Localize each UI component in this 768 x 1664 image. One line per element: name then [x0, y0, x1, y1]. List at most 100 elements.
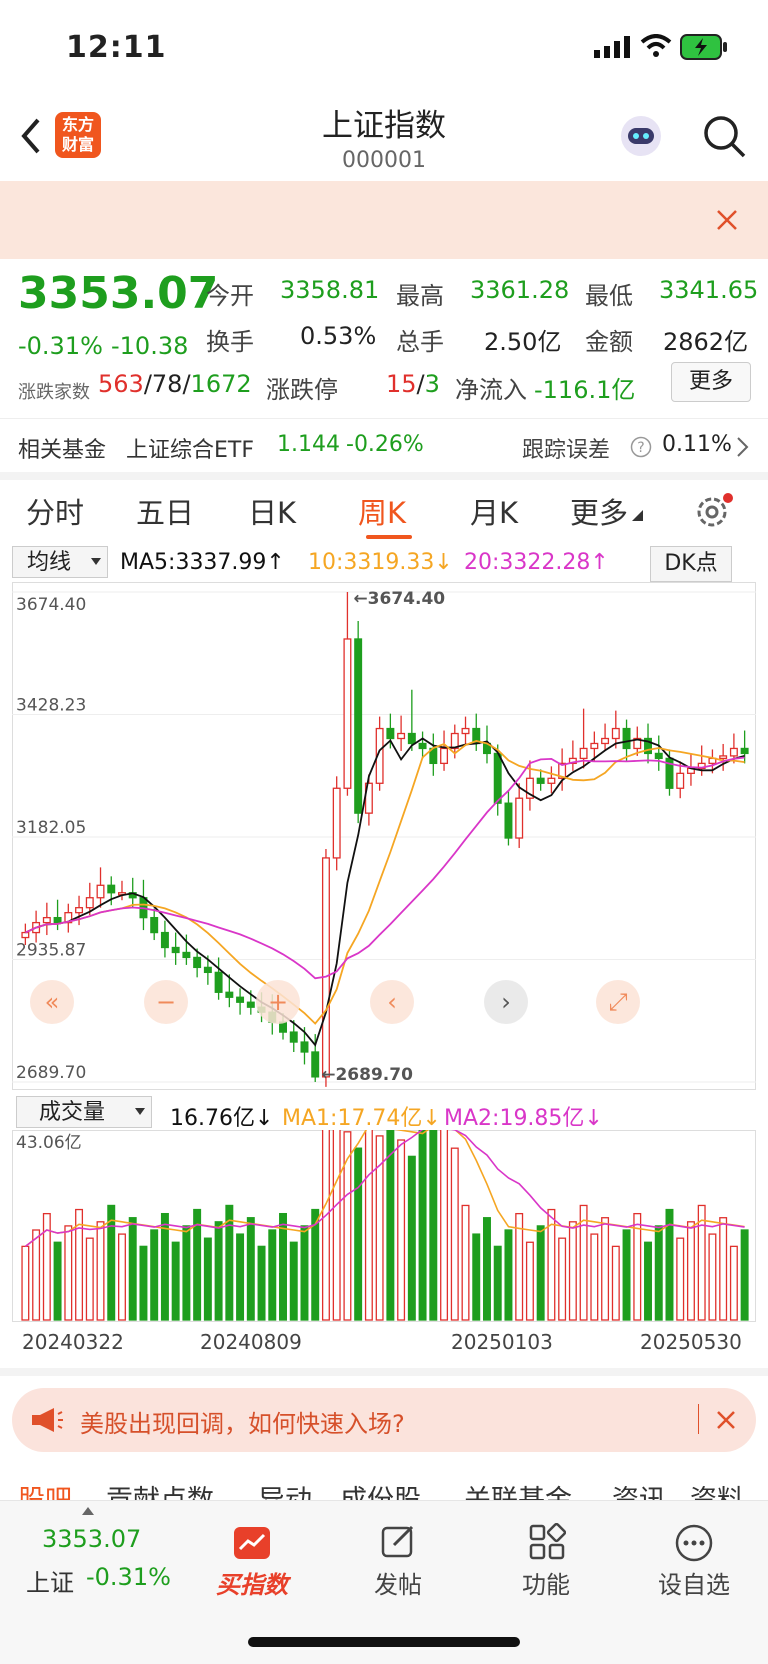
settings-gear-icon[interactable]: [694, 492, 734, 530]
volume-chart[interactable]: 43.06亿: [12, 1130, 756, 1322]
buy-index-icon[interactable]: [232, 1525, 272, 1561]
volume-bar: [160, 1212, 169, 1321]
subtab-news[interactable]: 资讯: [612, 1478, 666, 1500]
candle-body: [601, 737, 610, 745]
candle-body: [107, 884, 116, 894]
tab-monthly-k[interactable]: 月K: [470, 490, 518, 532]
limit-label: 涨跌停: [266, 376, 338, 404]
post-edit-icon[interactable]: [380, 1523, 418, 1561]
search-icon[interactable]: [702, 114, 748, 160]
scroll-right-icon[interactable]: ›: [484, 980, 528, 1024]
candle-body: [96, 884, 105, 899]
close-icon[interactable]: [716, 1410, 736, 1430]
limit-up: 15: [386, 370, 417, 398]
scroll-left-fast-icon[interactable]: «: [30, 980, 74, 1024]
bottom-pct[interactable]: -0.31%: [86, 1563, 171, 1591]
candle-body: [53, 916, 62, 924]
volume-bar: [483, 1217, 491, 1321]
volume-bar: [321, 1130, 330, 1321]
fund-label: 相关基金: [18, 438, 107, 463]
status-time: 12:11: [66, 30, 167, 65]
close-icon[interactable]: [716, 209, 738, 231]
volume-bar: [633, 1212, 642, 1321]
help-icon[interactable]: ?: [630, 436, 652, 458]
high-label: 最高: [396, 282, 444, 310]
volume-bar: [300, 1225, 309, 1321]
volume-bar: [558, 1237, 567, 1321]
bottom-price[interactable]: 3353.07: [42, 1525, 141, 1553]
candle-body: [579, 747, 588, 760]
x-label-3: 20250103: [451, 1330, 553, 1354]
volume-bar: [257, 1245, 266, 1321]
scroll-right-icon-glyph: ›: [501, 988, 511, 1016]
candle-body: [504, 802, 513, 839]
tab-daily-k[interactable]: 日K: [248, 490, 296, 532]
volume-indicator-select[interactable]: 成交量: [16, 1096, 152, 1128]
zoom-out-icon-glyph: −: [156, 988, 176, 1016]
breadth-up: 563: [98, 370, 144, 398]
volume-bar: [139, 1245, 148, 1321]
fund-name[interactable]: 上证综合ETF: [126, 432, 254, 464]
volume-label: 总手: [396, 328, 444, 356]
breadth-down: 1672: [190, 370, 252, 398]
notice-bar[interactable]: 美股出现回调，如何快速入场?: [12, 1388, 756, 1452]
volume-bar: [536, 1225, 545, 1321]
tab-more[interactable]: 更多: [570, 490, 628, 532]
y-tick-label: 3428.23: [16, 695, 86, 715]
subtab-profile[interactable]: 资料: [690, 1478, 744, 1500]
notice-text: 美股出现回调，如何快速入场?: [80, 1410, 405, 1438]
subtab-guba[interactable]: 股吧: [18, 1478, 72, 1500]
open-value: 3358.81: [280, 276, 380, 304]
change-pct: -0.31%: [18, 332, 103, 360]
chevron-right-icon[interactable]: [736, 436, 750, 458]
candle-body: [397, 732, 406, 740]
volume-bar: [128, 1217, 137, 1321]
bottom-index-name[interactable]: 上证: [26, 1563, 74, 1598]
subtab-contribution[interactable]: 贡献点数: [106, 1478, 214, 1500]
candle-body: [740, 747, 749, 755]
tab-intraday[interactable]: 分时: [26, 490, 84, 532]
candlestick-chart[interactable]: 3674.40 3428.23 3182.05 2935.87 2689.70 ←3674…: [12, 582, 756, 1090]
x-label-1: 20240322: [22, 1330, 124, 1354]
promo-banner[interactable]: [0, 181, 768, 259]
subtab-constituents[interactable]: 成份股: [340, 1478, 421, 1500]
subtab-movement[interactable]: 异动: [258, 1478, 312, 1500]
volume-bar: [644, 1241, 652, 1321]
candle-body: [21, 931, 30, 939]
volume-bar: [268, 1229, 277, 1321]
volume-bar: [504, 1229, 513, 1321]
more-dots-icon[interactable]: [674, 1523, 714, 1563]
nav-buy-index[interactable]: 买指数: [192, 1565, 312, 1600]
zoom-in-icon[interactable]: +: [256, 980, 300, 1024]
tab-five-day[interactable]: 五日: [136, 490, 194, 532]
functions-grid-icon[interactable]: [528, 1523, 566, 1561]
high-value: 3361.28: [470, 276, 570, 304]
volume-bar: [450, 1147, 459, 1321]
robot-assistant-icon[interactable]: [616, 112, 666, 160]
indicator-select[interactable]: 均线: [12, 546, 108, 578]
dk-point-button[interactable]: DK点: [650, 546, 732, 582]
sub-tabs: 股吧 贡献点数 异动 成份股 关联基金 资讯 资料: [0, 1472, 768, 1500]
tab-weekly-k[interactable]: 周K: [358, 490, 406, 532]
volume-bar: [203, 1237, 212, 1321]
ma10-value: 10:3319.33↓: [308, 550, 453, 575]
dropdown-triangle-icon: [632, 510, 643, 521]
volume-text: 16.76亿: [170, 1106, 255, 1131]
select-arrow-icon: [135, 1108, 145, 1115]
nav-post[interactable]: 发帖: [338, 1565, 458, 1600]
ma5-value: MA5:3337.99↑: [120, 550, 285, 575]
candle-body: [289, 1031, 298, 1043]
more-button[interactable]: 更多: [671, 362, 751, 402]
triangle-up-icon: [82, 1507, 94, 1515]
subtab-related-funds[interactable]: 关联基金: [464, 1478, 572, 1500]
fund-price: 1.144: [277, 432, 340, 457]
candle-body: [547, 777, 556, 784]
zoom-out-icon[interactable]: −: [144, 980, 188, 1024]
breadth-flat: 78: [151, 370, 183, 398]
scroll-left-icon[interactable]: ‹: [370, 980, 414, 1024]
nav-add-watchlist[interactable]: 设自选: [634, 1565, 754, 1600]
candle-body: [343, 638, 352, 789]
fullscreen-icon[interactable]: ⤢: [596, 980, 640, 1024]
nav-functions[interactable]: 功能: [486, 1565, 606, 1600]
volume-bar: [676, 1237, 685, 1321]
